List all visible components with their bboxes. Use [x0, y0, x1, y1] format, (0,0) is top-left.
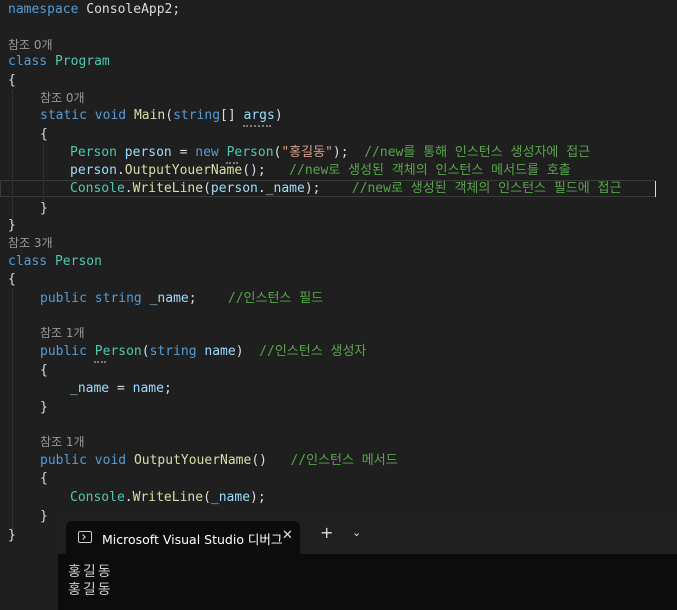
class-name: Person	[54, 254, 102, 269]
brace-open: {	[40, 471, 48, 486]
code-line-ctor-body[interactable]: _name = name;	[70, 380, 172, 398]
type-name: Console	[70, 490, 125, 505]
method-name: WriteLine	[132, 490, 204, 505]
keyword: new	[195, 145, 219, 160]
brace-close: }	[40, 201, 48, 216]
method-name: OutputYouerName	[133, 453, 252, 468]
chevron-down-icon[interactable]: ⌄	[352, 525, 361, 541]
code-line-class-program[interactable]: class Program	[8, 53, 110, 71]
keyword: public	[40, 453, 87, 468]
keyword: public	[40, 291, 87, 306]
text-caret	[655, 181, 656, 197]
codelens-references-method[interactable]: 참조 1개	[40, 433, 85, 451]
comment: //인스턴스 생성자	[259, 344, 367, 359]
keyword: void	[94, 453, 127, 468]
brace-close: }	[40, 509, 48, 524]
brace-close: }	[40, 400, 48, 415]
indent-guide	[12, 288, 13, 535]
codelens-references-ctor[interactable]: 참조 1개	[40, 324, 85, 342]
method-name: WriteLine	[132, 181, 204, 196]
type-name: Console	[70, 181, 125, 196]
console-tab[interactable]: Microsoft Visual Studio 디버그 ✕	[66, 521, 300, 554]
console-tab-title: Microsoft Visual Studio 디버그	[102, 532, 283, 547]
keyword: static	[40, 108, 87, 123]
variable-name: person	[210, 181, 258, 196]
parameter-name: name	[132, 381, 164, 396]
comment: //new를 통해 인스턴스 생성자에 접근	[364, 145, 591, 160]
brace-close: }	[8, 218, 16, 233]
brace-open: {	[8, 272, 16, 287]
suggestion-squiggle	[94, 359, 106, 363]
type-name: Person	[70, 145, 117, 160]
namespace-name: ConsoleApp2	[86, 2, 173, 17]
class-name: Program	[54, 54, 110, 69]
console-tab-bar: Microsoft Visual Studio 디버그 ✕ + ⌄	[58, 513, 677, 554]
code-line-field[interactable]: public string _name; //인스턴스 필드	[40, 290, 323, 308]
type-name: Person	[226, 145, 274, 160]
debug-console-window[interactable]: Microsoft Visual Studio 디버그 ✕ + ⌄ 홍길동 홍길…	[58, 513, 677, 610]
variable-name: person	[124, 145, 172, 160]
code-line-method-body[interactable]: Console.WriteLine(_name);	[70, 489, 266, 507]
code-line-ctor-signature[interactable]: public Person(string name) //인스턴스 생성자	[40, 343, 366, 361]
codelens-references-program[interactable]: 참조 0개	[8, 36, 53, 54]
field-name: _name	[210, 490, 251, 505]
console-output-line: 홍길동	[68, 582, 113, 598]
suggestion-squiggle	[243, 123, 271, 127]
variable-name: person	[70, 163, 117, 178]
brace-open: {	[8, 73, 16, 88]
brace-open: {	[40, 363, 48, 378]
string-literal: "홍길동"	[281, 145, 333, 160]
field-name: _name	[265, 181, 305, 196]
console-output-line: 홍길동	[68, 564, 113, 580]
code-line-class-person[interactable]: class Person	[8, 253, 102, 271]
method-name: Main	[133, 108, 166, 123]
indent-guide	[43, 144, 44, 207]
comment: //인스턴스 메서드	[290, 453, 398, 468]
comment: //new로 생성된 객체의 인스턴스 메서드를 호출	[289, 163, 571, 178]
close-icon[interactable]: ✕	[282, 528, 293, 543]
code-line-new-person[interactable]: Person person = new Person("홍길동"); //new…	[70, 144, 590, 162]
keyword: string	[149, 344, 197, 359]
keyword: namespace	[8, 2, 79, 17]
brace-open: {	[40, 127, 48, 142]
method-name: OutputYouerName	[124, 163, 243, 178]
terminal-icon	[78, 531, 92, 543]
indent-guide	[12, 90, 13, 225]
code-line-namespace[interactable]: namespace ConsoleApp2;	[8, 1, 180, 19]
code-line-method-signature[interactable]: public void OutputYouerName() //인스턴스 메서드	[40, 452, 398, 470]
code-line-writeline-field[interactable]: Console.WriteLine(person._name); //new로 …	[70, 180, 621, 198]
keyword: class	[8, 254, 48, 269]
codelens-references-main[interactable]: 참조 0개	[40, 89, 85, 107]
keyword: string	[173, 108, 221, 123]
constructor-name: Person	[94, 344, 142, 359]
parameter-name: name	[204, 344, 236, 359]
keyword: void	[94, 108, 127, 123]
code-line-call-method[interactable]: person.OutputYouerName(); //new로 생성된 객체의…	[70, 162, 571, 180]
new-tab-icon[interactable]: +	[320, 525, 333, 541]
field-name: _name	[70, 381, 110, 396]
comment: //new로 생성된 객체의 인스턴스 필드에 접근	[351, 181, 622, 196]
parameter-name: args	[243, 108, 275, 123]
keyword: class	[8, 54, 48, 69]
field-name: _name	[149, 291, 189, 306]
comment: //인스턴스 필드	[227, 291, 324, 306]
keyword: string	[94, 291, 142, 306]
keyword: public	[40, 344, 87, 359]
brace-close: }	[8, 528, 16, 543]
codelens-references-person[interactable]: 참조 3개	[8, 234, 53, 252]
